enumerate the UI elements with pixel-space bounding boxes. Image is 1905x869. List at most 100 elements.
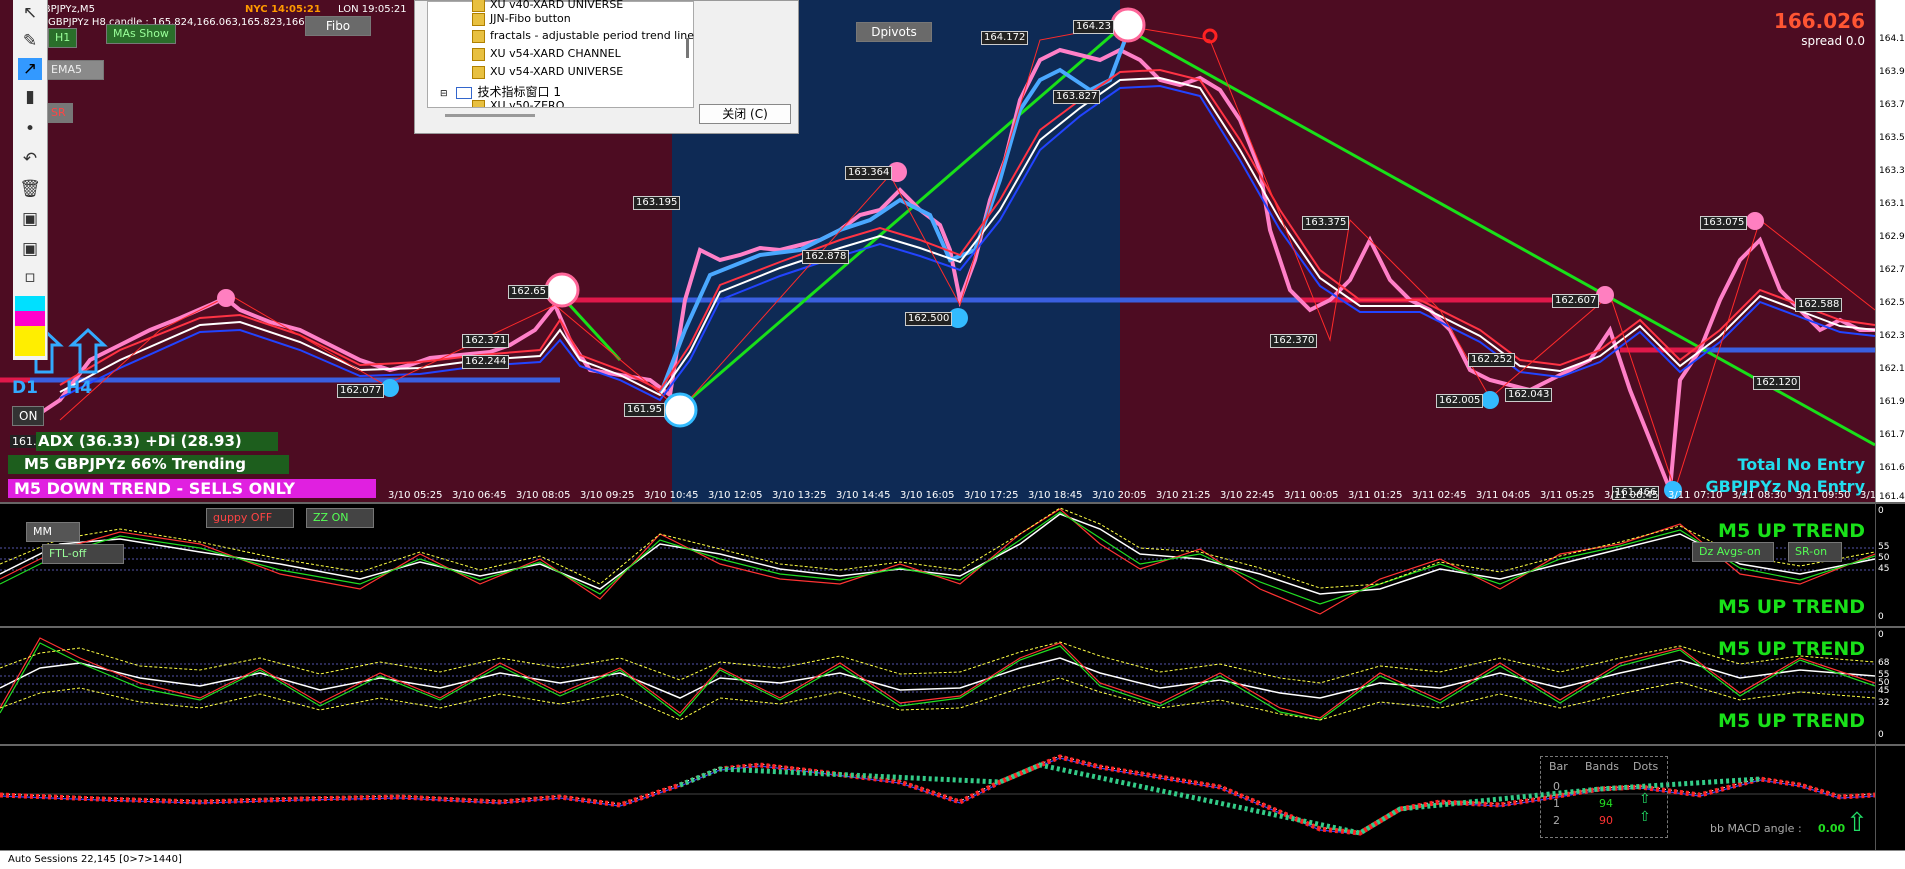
chart-price-label: 162.878 <box>802 250 850 264</box>
chart-price-label: 163.827 <box>1053 90 1101 104</box>
clipboard-icon[interactable]: ▫ <box>18 266 42 288</box>
camera-icon[interactable]: ▣ <box>18 238 42 260</box>
dot-icon[interactable]: • <box>18 118 42 140</box>
ema5-button[interactable]: EMA5 <box>44 60 104 80</box>
table-cell: 1 <box>1553 797 1560 810</box>
scale-tick: 0 <box>1878 630 1884 640</box>
h1-button[interactable]: H1 <box>48 28 78 48</box>
zz-on-button[interactable]: ZZ ON <box>306 508 374 528</box>
time-axis-label: 3/11 04:05 <box>1476 490 1531 501</box>
time-axis-label: 3/11 02:45 <box>1412 490 1467 501</box>
price-tick: 161.78 <box>1879 430 1905 440</box>
indicator-3-scale <box>1875 744 1905 852</box>
tree-item[interactable]: JJN-Fibo button <box>472 12 571 26</box>
chart-price-label: 163.364 <box>845 166 893 180</box>
price-series-graphics <box>0 7 1875 499</box>
tree-scrollbar[interactable] <box>686 38 689 58</box>
arrow-up-icon: ⇧ <box>1639 809 1651 825</box>
total-entry-text: Total No Entry <box>1737 455 1865 474</box>
ma-show-button[interactable]: MAs Show <box>106 24 176 44</box>
time-axis-label: 3/10 21:25 <box>1156 490 1211 501</box>
indicator-tree: XU v40-XARD UNIVERSE JJN-Fibo button fra… <box>427 0 694 108</box>
fx-icon <box>472 65 485 79</box>
indicator-2-trend-bottom: M5 UP TREND <box>1718 710 1865 732</box>
indicator-panel-2[interactable]: M5 UP TREND M5 UP TREND <box>0 626 1875 746</box>
indicator-dialog: XU v40-XARD UNIVERSE JJN-Fibo button fra… <box>414 0 799 134</box>
on-button[interactable]: ON <box>12 406 45 426</box>
dpivots-button[interactable]: Dpivots <box>856 22 932 42</box>
time-axis-label: 3/10 09:25 <box>580 490 635 501</box>
price-tick: 162.55 <box>1879 298 1905 308</box>
price-tick: 163.38 <box>1879 166 1905 176</box>
price-tick: 162.37 <box>1879 331 1905 341</box>
table-cell: 90 <box>1599 814 1613 827</box>
dz-avgs-on-button[interactable]: Dz Avgs-on <box>1692 542 1774 562</box>
fx-icon <box>472 0 485 12</box>
fibo-button[interactable]: Fibo <box>305 16 371 36</box>
screen-icon[interactable]: ▣ <box>18 208 42 230</box>
tree-item[interactable]: XU v54-XARD CHANNEL <box>472 47 621 61</box>
tree-item-label: XU v54-XARD CHANNEL <box>490 47 621 60</box>
time-axis-label: 3/10 13:25 <box>772 490 827 501</box>
ruler-icon[interactable]: ▮ <box>18 86 42 108</box>
collapse-icon[interactable]: ⊟ <box>440 89 448 99</box>
chart-price-label: 162.65 <box>508 285 549 299</box>
price-tick: 162.78 <box>1879 265 1905 275</box>
indicator-panel-3[interactable]: Bar Bands Dots 0 1 94 2 90 ⇧ ⇧ bb MACD a… <box>0 744 1875 852</box>
tree-item[interactable]: XU v40-XARD UNIVERSE <box>472 0 623 12</box>
chart-price-label: 162.500 <box>905 312 953 326</box>
color-palette-icon[interactable] <box>15 296 45 356</box>
price-tick: 162.96 <box>1879 232 1905 242</box>
time-axis-label: 3/10 22:45 <box>1220 490 1275 501</box>
time-axis-label: 3/10 20:05 <box>1092 490 1147 501</box>
main-price-chart[interactable]: 162.077 162.371 162.244 162.65 161.95 16… <box>0 0 1875 502</box>
price-tick: 164.14 <box>1879 34 1905 44</box>
price-tick: 161.60 <box>1879 463 1905 473</box>
tree-item[interactable]: XU v54-XARD UNIVERSE <box>472 65 623 79</box>
time-axis-label: 3/11 01:25 <box>1348 490 1403 501</box>
time-axis-label: 3/11 07:10 <box>1668 490 1723 501</box>
d1-label: D1 <box>12 378 38 398</box>
table-cell: 94 <box>1599 797 1613 810</box>
scale-tick: 45 <box>1878 686 1890 696</box>
scale-tick: 50 <box>1878 553 1890 563</box>
price-tick: 163.14 <box>1879 199 1905 209</box>
indicator-2-scale: 0 68 55 50 45 32 0 <box>1875 626 1905 746</box>
chart-price-label: 162.370 <box>1270 334 1318 348</box>
trash-icon[interactable]: 🗑 <box>18 178 42 200</box>
guppy-off-button[interactable]: guppy OFF <box>206 508 294 528</box>
horizontal-scrollbar[interactable] <box>445 114 535 117</box>
tree-item-label: fractals - adjustable period trend line <box>490 29 695 42</box>
tree-folder-label: 技术指标窗口 1 <box>477 85 561 99</box>
spread-text: spread 0.0 <box>1801 34 1865 48</box>
chart-price-label: 162.120 <box>1753 376 1801 390</box>
table-header: Bar <box>1549 760 1568 773</box>
table-cell: 0 <box>1553 780 1560 793</box>
time-axis-label: 3/10 16:05 <box>900 490 955 501</box>
status-text: Auto Sessions 22,145 [0>7>1440] <box>8 854 182 865</box>
sr-button[interactable]: SR <box>44 103 73 123</box>
price-tick: 163.55 <box>1879 133 1905 143</box>
scale-tick: 45 <box>1878 564 1890 574</box>
pencil-icon[interactable]: ✎ <box>18 30 42 52</box>
scale-tick: 55 <box>1878 542 1890 552</box>
scale-tick: 0 <box>1878 506 1884 516</box>
cursor-icon[interactable]: ↖ <box>18 2 42 24</box>
scale-tick: 32 <box>1878 698 1890 708</box>
ftl-off-button[interactable]: FTL-off <box>42 544 124 564</box>
fx-icon <box>472 12 485 26</box>
tree-item[interactable]: XU v50-ZERO <box>472 99 564 107</box>
tree-folder[interactable]: ⊟ 技术指标窗口 1 <box>440 83 561 100</box>
trendline-icon[interactable]: ↗ <box>18 58 42 80</box>
indicator-1-scale: 0 55 50 45 0 <box>1875 502 1905 628</box>
h4-label: H4 <box>66 378 93 398</box>
scale-tick: 68 <box>1878 658 1890 668</box>
sr-on-button[interactable]: SR-on <box>1788 542 1842 562</box>
undo-icon[interactable]: ↶ <box>18 148 42 170</box>
indicator-panel-1[interactable]: MM FTL-off guppy OFF ZZ ON Dz Avgs-on SR… <box>0 502 1875 628</box>
close-button[interactable]: 关闭 (C) <box>699 104 791 124</box>
tree-item[interactable]: fractals - adjustable period trend line <box>472 29 694 43</box>
mm-button[interactable]: MM <box>26 522 80 542</box>
price-tick: 162.15 <box>1879 364 1905 374</box>
time-axis-label: 3/10 18:45 <box>1028 490 1083 501</box>
